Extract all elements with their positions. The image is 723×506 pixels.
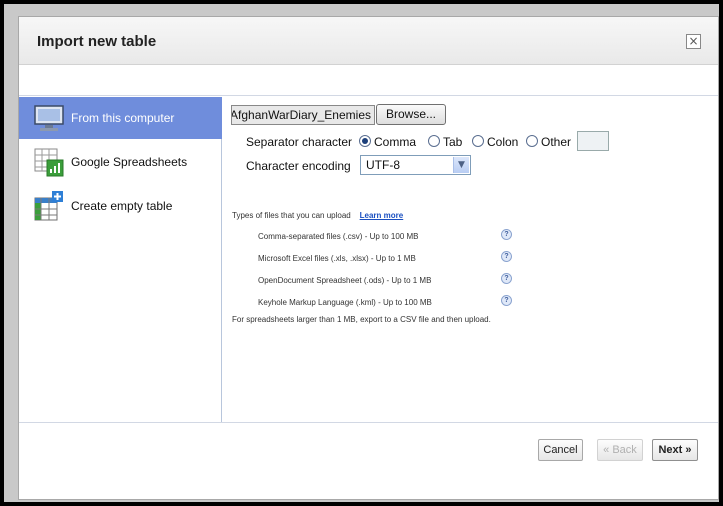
dialog-title: Import new table [37, 33, 157, 50]
spreadsheet-icon [34, 148, 64, 177]
sidebar-item-label: Create empty table [71, 199, 173, 213]
file-type-item: Keyhole Markup Language (.kml) - Up to 1… [258, 298, 432, 307]
help-icon[interactable]: ? [501, 273, 512, 284]
encoding-value: UTF-8 [366, 158, 400, 172]
separator-option-label: Comma [374, 135, 417, 149]
encoding-select[interactable]: UTF-8 ▼ [360, 155, 471, 175]
empty-table-icon [34, 191, 63, 221]
upload-panel: AfghanWarDiary_Enemies Browse... Separat… [223, 97, 718, 422]
separator-option-label: Other [541, 135, 572, 149]
source-sidebar: From this computer Google Spreadsheets C… [19, 97, 222, 422]
encoding-label: Character encoding [246, 159, 351, 173]
size-note: For spreadsheets larger than 1 MB, expor… [232, 315, 491, 324]
window-frame: Import new table × From this computer Go… [4, 4, 719, 502]
learn-more-link[interactable]: Learn more [360, 211, 404, 220]
back-button[interactable]: « Back [597, 439, 643, 461]
dialog-titlebar: Import new table × [19, 17, 718, 65]
separator-radio-tab[interactable] [428, 135, 440, 147]
chevron-down-icon[interactable]: ▼ [453, 157, 469, 173]
file-types-text: Types of files that you can upload [232, 211, 351, 220]
help-icon[interactable]: ? [501, 251, 512, 262]
dialog-body: From this computer Google Spreadsheets C… [19, 97, 718, 423]
separator-radio-comma[interactable] [359, 135, 371, 147]
file-types-heading: Types of files that you can upload Learn… [232, 211, 403, 220]
sidebar-item-label: From this computer [71, 111, 175, 125]
file-type-item: Comma-separated files (.csv) - Up to 100… [258, 232, 419, 241]
cancel-button[interactable]: Cancel [538, 439, 583, 461]
sidebar-item-google-spreadsheets[interactable]: Google Spreadsheets [19, 141, 222, 183]
separator-radio-colon[interactable] [472, 135, 484, 147]
close-icon[interactable]: × [686, 34, 701, 49]
computer-icon [34, 105, 64, 131]
separator-radio-other[interactable] [526, 135, 538, 147]
separator-option-label: Tab [443, 135, 463, 149]
next-button[interactable]: Next » [652, 439, 698, 461]
sidebar-item-create-empty-table[interactable]: Create empty table [19, 185, 222, 227]
help-icon[interactable]: ? [501, 229, 512, 240]
file-type-item: OpenDocument Spreadsheet (.ods) - Up to … [258, 276, 432, 285]
separator-option-label: Colon [487, 135, 519, 149]
browse-button[interactable]: Browse... [376, 104, 446, 125]
file-type-item: Microsoft Excel files (.xls, .xlsx) - Up… [258, 254, 416, 263]
separator-label: Separator character [246, 135, 353, 149]
sidebar-item-label: Google Spreadsheets [71, 155, 188, 169]
sidebar-item-from-this-computer[interactable]: From this computer [19, 97, 222, 139]
file-path-field[interactable]: AfghanWarDiary_Enemies [231, 105, 375, 125]
dialog-footer: Cancel « Back Next » [19, 423, 718, 499]
help-icon[interactable]: ? [501, 295, 512, 306]
import-dialog: Import new table × From this computer Go… [18, 16, 719, 500]
dialog-header-band [19, 66, 718, 96]
other-separator-input[interactable] [577, 131, 609, 151]
